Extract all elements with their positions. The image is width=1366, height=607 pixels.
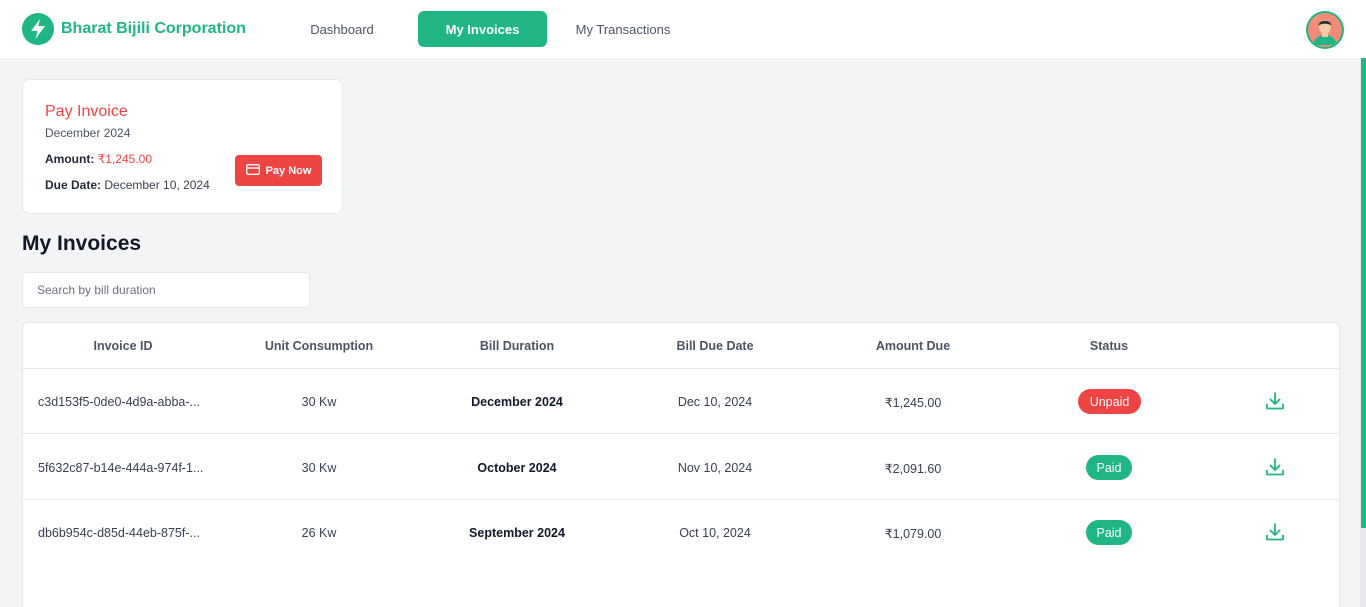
brand-name: Bharat Bijili Corporation xyxy=(61,20,246,37)
due-date-label: Due Date: xyxy=(45,178,102,192)
amount-label: Amount: xyxy=(45,152,95,166)
column-header-bill-duration: Bill Duration xyxy=(479,339,555,353)
top-navbar: Bharat Bijili Corporation Dashboard My I… xyxy=(0,0,1366,58)
brand[interactable]: Bharat Bijili Corporation xyxy=(22,13,246,45)
lightning-bolt-icon xyxy=(22,13,54,45)
invoices-table: Invoice ID Unit Consumption Bill Duratio… xyxy=(22,322,1340,607)
column-header-invoice-id: Invoice ID xyxy=(93,339,153,353)
bill-duration: October 2024 xyxy=(477,461,557,475)
nav-link-my-transactions[interactable]: My Transactions xyxy=(562,11,684,47)
due-date-value: December 10, 2024 xyxy=(104,178,210,192)
pay-invoice-card: Pay Invoice December 2024 Amount: ₹1,245… xyxy=(22,79,343,214)
download-icon[interactable] xyxy=(1263,455,1287,479)
invoice-id: 5f632c87-b14e-444a-974f-1... xyxy=(38,461,204,475)
pay-invoice-title: Pay Invoice xyxy=(45,103,128,120)
amount-value: ₹1,245.00 xyxy=(97,152,153,166)
pay-invoice-due-row: Due Date: December 10, 2024 xyxy=(45,178,210,192)
amount-due: ₹2,091.60 xyxy=(884,462,942,476)
search-input[interactable] xyxy=(22,272,310,308)
amount-due: ₹1,079.00 xyxy=(884,527,942,541)
unit-consumption: 30 Kw xyxy=(301,461,337,475)
download-icon[interactable] xyxy=(1263,520,1287,544)
bill-due-date: Nov 10, 2024 xyxy=(677,461,753,475)
table-row[interactable]: 5f632c87-b14e-444a-974f-1... 30 Kw Octob… xyxy=(23,435,1339,500)
unit-consumption: 30 Kw xyxy=(301,395,337,409)
status-badge: Paid xyxy=(1086,520,1132,545)
bill-due-date: Dec 10, 2024 xyxy=(677,395,753,409)
invoice-id: db6b954c-d85d-44eb-875f-... xyxy=(38,526,200,540)
nav-link-dashboard[interactable]: Dashboard xyxy=(292,11,392,47)
invoice-id: c3d153f5-0de0-4d9a-abba-... xyxy=(38,395,200,409)
column-header-amount-due: Amount Due xyxy=(875,339,951,353)
column-header-status: Status xyxy=(1089,339,1129,353)
status-badge: Unpaid xyxy=(1078,389,1141,414)
table-row[interactable]: c3d153f5-0de0-4d9a-abba-... 30 Kw Decemb… xyxy=(23,369,1339,434)
pay-invoice-period: December 2024 xyxy=(45,126,131,140)
bill-due-date: Oct 10, 2024 xyxy=(679,526,751,540)
pay-now-button[interactable]: Pay Now xyxy=(235,155,322,186)
scrollbar-thumb[interactable] xyxy=(1361,58,1366,528)
credit-card-icon xyxy=(245,163,260,178)
nav-link-my-invoices[interactable]: My Invoices xyxy=(418,11,547,47)
pay-invoice-amount-row: Amount: ₹1,245.00 xyxy=(45,152,152,166)
amount-due: ₹1,245.00 xyxy=(884,396,942,410)
page-title: My Invoices xyxy=(22,232,142,255)
bill-duration: September 2024 xyxy=(469,526,565,540)
table-row[interactable]: db6b954c-d85d-44eb-875f-... 26 Kw Septem… xyxy=(23,500,1339,565)
unit-consumption: 26 Kw xyxy=(301,526,337,540)
column-header-bill-due-date: Bill Due Date xyxy=(676,339,754,353)
column-header-unit-consumption: Unit Consumption xyxy=(264,339,374,353)
bill-duration: December 2024 xyxy=(471,395,563,409)
user-avatar-icon[interactable] xyxy=(1306,11,1344,49)
pay-now-label: Pay Now xyxy=(265,164,312,177)
status-badge: Paid xyxy=(1086,455,1132,480)
download-icon[interactable] xyxy=(1263,389,1287,413)
